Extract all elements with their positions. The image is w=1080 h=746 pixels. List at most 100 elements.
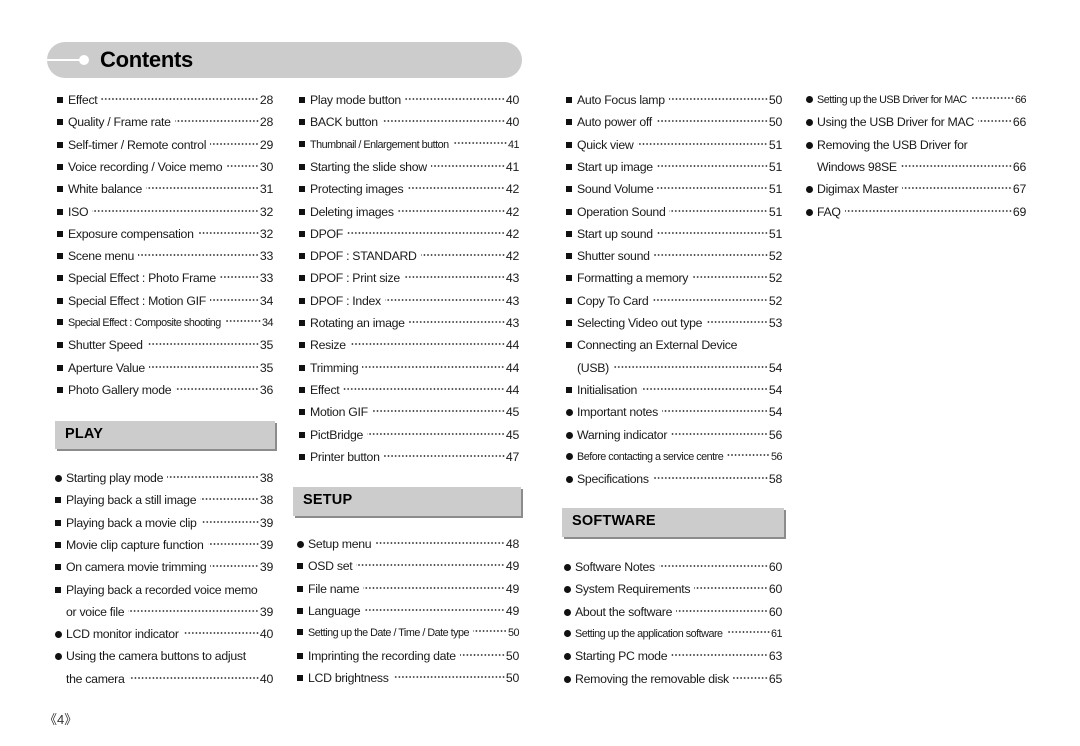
toc-entry[interactable]: DPOF 42: [299, 226, 519, 242]
dot-leader: [224, 319, 261, 323]
toc-page-number: 39: [259, 515, 273, 530]
toc-entry[interactable]: Warning indicator 56: [566, 427, 782, 443]
toc-entry[interactable]: DPOF : Index 43: [299, 293, 519, 309]
toc-entry[interactable]: Start up image 51: [566, 159, 782, 175]
toc-entry-label: Starting PC mode: [575, 649, 668, 664]
toc-entry[interactable]: Setup menu 48: [297, 536, 519, 552]
toc-entry[interactable]: LCD brightness 50: [297, 670, 519, 686]
toc-entry[interactable]: Thumbnail / Enlargement button 41: [299, 137, 520, 153]
toc-entry[interactable]: Photo Gallery mode 36: [57, 382, 273, 398]
toc-entry[interactable]: Exposure compensation 32: [57, 226, 273, 242]
toc-entry-label: Using the camera buttons to adjust: [66, 649, 246, 664]
toc-entry[interactable]: Self-timer / Remote control 29: [57, 137, 273, 153]
toc-entry[interactable]: Digimax Master 67: [806, 181, 1026, 197]
toc-entry[interactable]: FAQ 69: [806, 204, 1026, 220]
toc-entry[interactable]: Starting PC mode 63: [564, 648, 782, 664]
toc-entry[interactable]: Playing back a still image 38: [55, 492, 273, 508]
toc-entry[interactable]: Voice recording / Voice memo 30: [57, 159, 273, 175]
toc-entry[interactable]: ISO 32: [57, 204, 273, 220]
toc-entry[interactable]: Operation Sound 51: [566, 204, 782, 220]
toc-entry[interactable]: DPOF : STANDARD 42: [299, 248, 519, 264]
toc-entry-label: Quality / Frame rate: [68, 115, 171, 130]
toc-entry[interactable]: Resize 44: [299, 337, 519, 353]
toc-entry[interactable]: Shutter Speed 35: [57, 337, 273, 353]
toc-entry[interactable]: Start up sound 51: [566, 226, 782, 242]
toc-entry[interactable]: the camera 40: [55, 671, 273, 687]
dot-leader: [167, 475, 259, 479]
toc-entry[interactable]: Special Effect : Composite shooting 34: [57, 315, 274, 331]
dot-leader: [652, 476, 768, 481]
toc-entry[interactable]: About the software 60: [564, 604, 782, 620]
toc-entry[interactable]: Shutter sound 52: [566, 248, 782, 264]
toc-entry[interactable]: Effect 44: [299, 382, 519, 398]
toc-entry[interactable]: Software Notes 60: [564, 559, 782, 575]
toc-entry[interactable]: DPOF : Print size 43: [299, 270, 519, 286]
square-bullet-icon: [57, 271, 68, 287]
toc-entry[interactable]: On camera movie trimming 39: [55, 559, 273, 575]
toc-entry[interactable]: Copy To Card 52: [566, 293, 782, 309]
toc-entry[interactable]: Quality / Frame rate 28: [57, 114, 273, 130]
toc-entry[interactable]: Playing back a movie clip 39: [55, 515, 273, 531]
toc-entry[interactable]: System Requirements 60: [564, 581, 782, 597]
toc-entry[interactable]: OSD set 49: [297, 558, 519, 574]
toc-entry[interactable]: Sound Volume 51: [566, 181, 782, 197]
toc-entry[interactable]: Selecting Video out type 53: [566, 315, 782, 331]
square-bullet-icon: [299, 294, 310, 310]
dot-leader: [732, 675, 768, 680]
toc-entry[interactable]: Important notes 54: [566, 404, 782, 420]
toc-entry[interactable]: Movie clip capture function 39: [55, 537, 273, 553]
toc-entry-label: PictBridge: [310, 427, 364, 442]
toc-entry[interactable]: White balance 31: [57, 181, 273, 197]
toc-entry[interactable]: Auto power off 50: [566, 114, 782, 130]
dot-leader: [138, 253, 259, 258]
toc-entry[interactable]: Setting up the USB Driver for MAC 66: [806, 92, 1027, 108]
toc-entry[interactable]: Rotating an image 43: [299, 315, 519, 331]
toc-entry[interactable]: Starting the slide show 41: [299, 159, 519, 175]
toc-entry[interactable]: Removing the removable disk 65: [564, 671, 782, 687]
toc-entry[interactable]: Quick view 51: [566, 137, 782, 153]
toc-entry[interactable]: (USB) 54: [566, 360, 782, 376]
circle-bullet-icon: [566, 405, 577, 421]
toc-entry[interactable]: Setting up the application software 61: [564, 626, 783, 642]
toc-entry[interactable]: Language 49: [297, 603, 519, 619]
toc-entry[interactable]: Setting up the Date / Time / Date type 50: [297, 625, 520, 641]
toc-entry[interactable]: Scene menu 33: [57, 248, 273, 264]
toc-entry[interactable]: LCD monitor indicator 40: [55, 626, 273, 642]
toc-entry[interactable]: Play mode button 40: [299, 92, 519, 108]
toc-entry[interactable]: Specifications 58: [566, 471, 782, 487]
toc-entry[interactable]: File name 49: [297, 581, 519, 597]
toc-entry[interactable]: Windows 98SE 66: [806, 159, 1026, 175]
toc-entry[interactable]: Connecting an External Device: [566, 337, 782, 353]
toc-entry[interactable]: Starting play mode 38: [55, 470, 273, 486]
toc-entry[interactable]: Imprinting the recording date 50: [297, 648, 519, 664]
square-bullet-icon: [566, 249, 577, 265]
toc-entry[interactable]: Special Effect : Motion GIF 34: [57, 293, 273, 309]
toc-entry[interactable]: Auto Focus lamp 50: [566, 92, 782, 108]
dot-leader: [844, 208, 1012, 213]
toc-entry[interactable]: or voice file 39: [55, 604, 273, 620]
toc-entry[interactable]: Aperture Value 35: [57, 360, 273, 376]
toc-entry[interactable]: Removing the USB Driver for: [806, 137, 1026, 153]
toc-entry-label: Language: [308, 603, 361, 618]
toc-entry[interactable]: Protecting images 42: [299, 181, 519, 197]
toc-entry[interactable]: Trimming 44: [299, 360, 519, 376]
dot-leader: [226, 163, 259, 168]
square-bullet-icon: [55, 493, 66, 509]
toc-entry-label: Warning indicator: [577, 427, 668, 442]
toc-entry[interactable]: Printer button 47: [299, 449, 519, 465]
toc-entry[interactable]: Using the camera buttons to adjust: [55, 648, 273, 664]
toc-entry[interactable]: BACK button 40: [299, 114, 519, 130]
toc-page-number: 47: [505, 449, 519, 464]
circle-bullet-icon: [55, 649, 66, 665]
toc-entry[interactable]: Before contacting a service centre 56: [566, 449, 783, 465]
toc-entry[interactable]: Formatting a memory 52: [566, 270, 782, 286]
toc-entry[interactable]: Deleting images 42: [299, 204, 519, 220]
toc-entry[interactable]: Using the USB Driver for MAC 66: [806, 114, 1026, 130]
toc-entry[interactable]: Special Effect : Photo Frame 33: [57, 270, 273, 286]
toc-entry[interactable]: PictBridge 45: [299, 427, 519, 443]
toc-entry[interactable]: Playing back a recorded voice memo: [55, 582, 273, 598]
toc-entry[interactable]: Motion GIF 45: [299, 404, 519, 420]
toc-entry[interactable]: Initialisation 54: [566, 382, 782, 398]
square-bullet-icon: [55, 583, 66, 599]
toc-entry[interactable]: Effect 28: [57, 92, 273, 108]
